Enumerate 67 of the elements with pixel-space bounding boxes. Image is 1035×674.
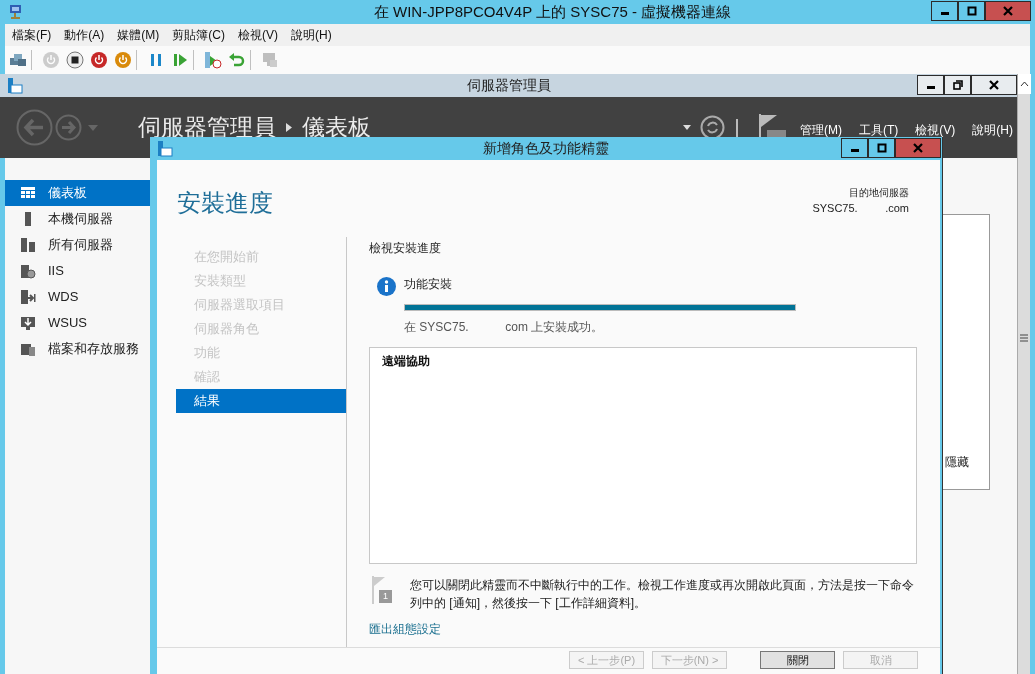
restore-icon bbox=[951, 80, 964, 90]
wizard-step[interactable]: 結果 bbox=[176, 389, 346, 413]
close-icon bbox=[988, 80, 1000, 90]
restore-button[interactable] bbox=[944, 75, 971, 95]
folder-server-icon bbox=[20, 341, 36, 357]
server-manager-icon bbox=[7, 77, 23, 94]
play-icon[interactable] bbox=[171, 51, 189, 69]
refresh-icon[interactable] bbox=[700, 115, 725, 140]
menu-item[interactable]: 工具(T) bbox=[859, 120, 899, 139]
menu-item[interactable]: 檢視(V) bbox=[915, 120, 956, 139]
power-icon[interactable] bbox=[90, 51, 108, 69]
close-icon bbox=[1002, 6, 1014, 16]
servers-icon bbox=[20, 237, 36, 253]
menu-item[interactable]: 動作(A) bbox=[64, 26, 105, 44]
wizard-button[interactable]: 關閉 bbox=[760, 651, 835, 669]
wizard-icon bbox=[157, 140, 173, 157]
scrollbar[interactable] bbox=[1017, 74, 1030, 674]
vm-window-icon bbox=[8, 4, 24, 20]
checkpoint-icon[interactable] bbox=[204, 51, 222, 69]
undo-icon[interactable] bbox=[228, 51, 246, 69]
dropdown-caret-icon[interactable] bbox=[683, 125, 691, 130]
window-title: 在 WIN-JPP8PCO4V4P 上的 SYSC75 - 虛擬機器連線 bbox=[373, 1, 732, 22]
breadcrumb-arrow-icon bbox=[286, 123, 292, 132]
menu-item[interactable]: 檢視(V) bbox=[238, 26, 278, 44]
result-item: 遠端協助 bbox=[382, 353, 431, 370]
maximize-icon bbox=[875, 143, 888, 153]
keyboard-keys-icon[interactable] bbox=[9, 51, 27, 69]
minimize-button[interactable] bbox=[931, 1, 958, 21]
note-text: 您可以關閉此精靈而不中斷執行中的工作。檢視工作進度或再次開啟此頁面，方法是按一下命令列中的 [通知]，然後按一下 [工作詳細資料]。 bbox=[410, 577, 915, 612]
server-arrow-icon bbox=[20, 289, 36, 305]
section-title: 檢視安裝進度 bbox=[369, 240, 442, 257]
close-icon bbox=[912, 143, 924, 153]
minimize-button[interactable] bbox=[841, 138, 868, 158]
menu-item[interactable]: 剪貼簿(C) bbox=[172, 26, 225, 44]
sidebar-item[interactable]: WDS bbox=[5, 284, 150, 310]
sidebar-item[interactable]: 本機伺服器 bbox=[5, 206, 150, 232]
minimize-button[interactable] bbox=[917, 75, 944, 95]
scroll-grip-icon[interactable] bbox=[1020, 334, 1028, 342]
maximize-button[interactable] bbox=[868, 138, 895, 158]
menu-item[interactable]: 管理(M) bbox=[800, 120, 842, 139]
grid-icon bbox=[20, 185, 36, 201]
window-title: 新增角色及功能精靈 bbox=[483, 139, 609, 158]
window-title: 伺服器管理員 bbox=[466, 76, 551, 95]
sidebar-item[interactable]: 儀表板 bbox=[5, 180, 150, 206]
menu-item[interactable]: 媒體(M) bbox=[117, 26, 160, 44]
task-title: 功能安裝 bbox=[404, 276, 453, 293]
server-globe-icon bbox=[20, 263, 36, 279]
sidebar-item[interactable]: 檔案和存放服務 bbox=[5, 336, 150, 362]
menu-item[interactable]: 檔案(F) bbox=[12, 26, 52, 44]
sidebar-item[interactable]: IIS bbox=[5, 258, 150, 284]
hide-link[interactable]: 隱藏 bbox=[945, 453, 969, 471]
info-icon bbox=[377, 277, 396, 296]
menu-item[interactable]: 說明(H) bbox=[972, 120, 1013, 139]
sidebar-item[interactable]: WSUS bbox=[5, 310, 150, 336]
destination-label: 目的地伺服器 bbox=[849, 186, 909, 200]
close-button[interactable] bbox=[971, 75, 1017, 95]
sidebar-item[interactable]: 所有伺服器 bbox=[5, 232, 150, 258]
export-link[interactable]: 匯出組態設定 bbox=[369, 620, 441, 638]
power-icon[interactable] bbox=[114, 51, 132, 69]
page-heading: 安裝進度 bbox=[177, 188, 273, 218]
destination-server: SYSC75. .com bbox=[812, 201, 909, 216]
maximize-button[interactable] bbox=[958, 1, 985, 21]
maximize-icon bbox=[965, 6, 978, 16]
menu-item[interactable]: 說明(H) bbox=[291, 26, 332, 44]
stop-icon[interactable] bbox=[66, 51, 84, 69]
status-text: 在 SYSC75. com 上安裝成功。 bbox=[404, 319, 605, 336]
monitor-download-icon bbox=[20, 315, 36, 331]
